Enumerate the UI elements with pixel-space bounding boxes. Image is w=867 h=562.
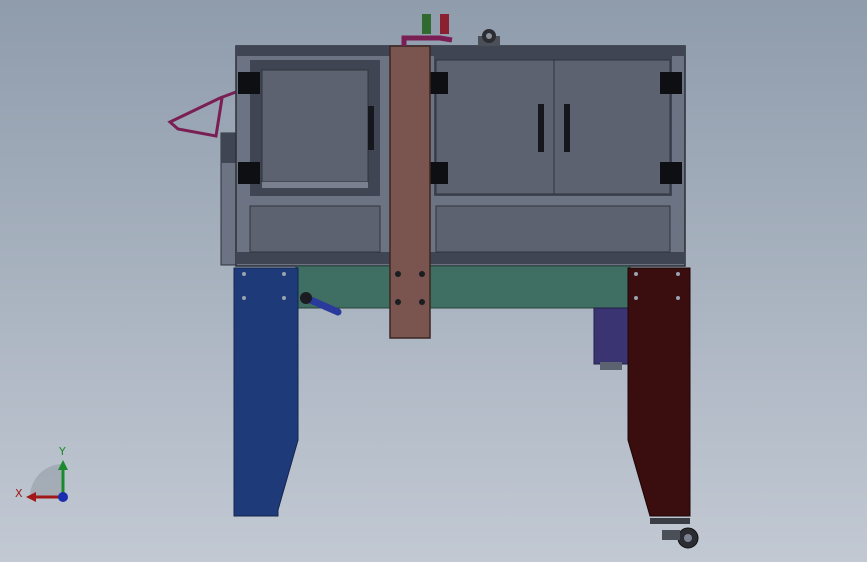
conveyor-belt [295, 265, 631, 309]
left-lower-panel [249, 205, 381, 253]
right-door-left [435, 59, 555, 195]
motor-base [600, 362, 622, 370]
left-handle-bracket [167, 90, 237, 138]
side-control-box-top [221, 133, 237, 163]
right-leg [627, 267, 691, 517]
triad-shadow [30, 464, 63, 497]
bottom-rail [236, 252, 685, 264]
triad-y-label: Y [58, 445, 66, 458]
indicator-light-green [422, 14, 431, 34]
right-door-handle-right [564, 104, 570, 152]
triad-z-axis [58, 492, 68, 502]
left-door-handle [368, 106, 374, 150]
motor-body [593, 307, 629, 365]
triad-x-label: X [15, 487, 23, 500]
cad-viewport[interactable]: X Y [0, 0, 867, 562]
orientation-triad[interactable]: X Y [15, 445, 68, 502]
top-pulley [478, 29, 500, 46]
top-rail [236, 46, 685, 56]
right-lower-panel [435, 205, 671, 253]
center-column [389, 45, 431, 339]
left-window-rail [262, 182, 368, 188]
top-handle [401, 35, 453, 46]
left-window-panel [261, 69, 369, 183]
caster-wheel [650, 518, 699, 549]
left-leg [233, 267, 299, 517]
indicator-light-red [440, 14, 449, 34]
right-door-right [553, 59, 671, 195]
right-door-handle-left [538, 104, 544, 152]
machine-assembly [167, 14, 699, 549]
